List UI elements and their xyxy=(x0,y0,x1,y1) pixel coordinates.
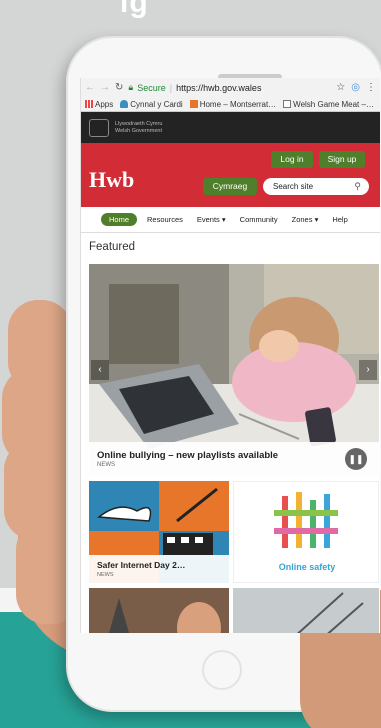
login-button[interactable]: Log in xyxy=(271,151,313,168)
featured-heading: Featured xyxy=(89,241,136,253)
bookmark-label: Cynnal y Cardi xyxy=(130,99,183,109)
phone-home-button[interactable] xyxy=(202,650,242,690)
lock-icon: 🔒︎ xyxy=(128,82,134,92)
tile-photo[interactable] xyxy=(233,588,379,633)
menu-dots-icon[interactable]: ⋮ xyxy=(366,82,376,93)
forward-icon[interactable]: → xyxy=(100,82,110,93)
backdrop-heading: ig xyxy=(120,0,149,19)
bookmark-apps[interactable]: Apps xyxy=(85,100,113,109)
tile-image xyxy=(233,588,379,633)
tile-title: Online safety xyxy=(278,562,336,572)
url-divider: | xyxy=(169,82,173,93)
bookmark-welsh-game-meat[interactable]: Welsh Game Meat –… xyxy=(283,100,374,109)
nav-item-help[interactable]: Help xyxy=(332,215,347,224)
hero-prev-button[interactable]: ‹ xyxy=(91,360,109,380)
gov-line-welsh: Llywodraeth Cymru xyxy=(115,121,163,127)
hwb-logo[interactable]: Hwb xyxy=(89,167,134,193)
site-header: Hwb Log in Sign up Cymraeg Search site ⚲ xyxy=(81,143,380,207)
page-icon xyxy=(283,100,292,108)
search-placeholder: Search site xyxy=(273,182,314,191)
back-icon[interactable]: ← xyxy=(85,82,95,93)
nav-label: Events xyxy=(196,215,220,224)
nav-item-resources[interactable]: Resources xyxy=(147,215,183,224)
tile-tag: NEWS xyxy=(97,572,114,578)
nav-item-community[interactable]: Community xyxy=(240,215,278,224)
tile-caption: Safer Internet Day 2… NEWS xyxy=(89,555,229,583)
secure-label: Secure xyxy=(137,82,166,93)
nav-item-home[interactable]: Home xyxy=(101,213,138,226)
search-icon[interactable]: ⚲ xyxy=(354,178,361,195)
bookmark-label: Home – Montserrat… xyxy=(199,99,277,109)
hero-caption: Online bullying – new playlists availabl… xyxy=(89,442,379,476)
apps-grid-icon xyxy=(85,100,93,108)
tile-online-safety[interactable]: Online safety xyxy=(233,481,379,583)
online-safety-graphic xyxy=(274,492,338,548)
gov-line-english: Welsh Government xyxy=(115,127,162,134)
language-button[interactable]: Cymraeg xyxy=(203,178,257,195)
chevron-down-icon: ▾ xyxy=(221,215,226,224)
bookmark-label: Apps xyxy=(95,99,114,109)
reload-icon[interactable]: ↻ xyxy=(115,82,123,93)
tile-safer-internet-day[interactable]: Safer Internet Day 2… NEWS xyxy=(89,481,229,583)
phone-screen: ← → ↻ 🔒︎ Secure | https://hwb.gov.wales … xyxy=(80,78,380,633)
star-icon[interactable]: ☆ xyxy=(336,82,345,93)
bookmark-montserrat[interactable]: Home – Montserrat… xyxy=(189,99,277,109)
bookmark-label: Welsh Game Meat –… xyxy=(293,99,374,109)
main-nav: Home Resources Events ▾ Community Zones … xyxy=(81,207,380,233)
hero-title[interactable]: Online bullying – new playlists availabl… xyxy=(97,450,278,461)
gov-banner: Llywodraeth Cymru Welsh Government xyxy=(81,112,380,143)
bookmarks-bar: Apps Cynnal y Cardi Home – Montserrat… W… xyxy=(81,97,380,112)
hero-next-button[interactable]: › xyxy=(359,360,377,380)
welsh-government-logo[interactable] xyxy=(89,118,109,137)
hero-tag: NEWS xyxy=(97,462,115,468)
pause-button[interactable]: ❚❚ xyxy=(345,448,367,470)
cloud-icon xyxy=(120,100,129,108)
hero-slide[interactable]: ‹ › Online bullying – new playlists avai… xyxy=(89,264,379,476)
bookmark-cynnal[interactable]: Cynnal y Cardi xyxy=(120,99,183,109)
url-text[interactable]: https://hwb.gov.wales xyxy=(176,83,261,93)
tile-image xyxy=(89,588,229,633)
extension-icon[interactable]: ◎ xyxy=(351,82,360,93)
nav-label: Zones xyxy=(291,215,313,224)
search-input[interactable]: Search site ⚲ xyxy=(263,178,369,195)
nav-item-zones[interactable]: Zones ▾ xyxy=(292,215,319,224)
bookmark-icon xyxy=(189,100,198,108)
tile-title: Safer Internet Day 2… xyxy=(97,560,186,570)
address-bar[interactable]: ← → ↻ 🔒︎ Secure | https://hwb.gov.wales … xyxy=(81,78,380,97)
gov-text: Llywodraeth Cymru Welsh Government xyxy=(115,121,162,134)
nav-item-events[interactable]: Events ▾ xyxy=(197,215,226,224)
signup-button[interactable]: Sign up xyxy=(319,151,365,168)
chevron-down-icon: ▾ xyxy=(314,215,319,224)
tile-photo[interactable] xyxy=(89,588,229,633)
